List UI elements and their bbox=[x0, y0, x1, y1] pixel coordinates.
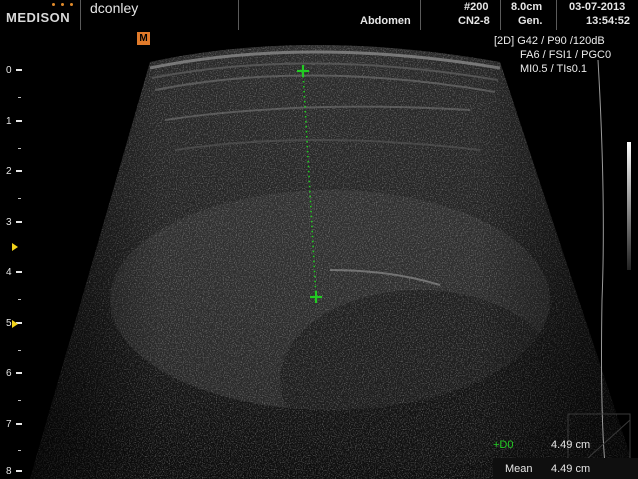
depth-minor-tick bbox=[18, 97, 21, 98]
ultrasound-screen: MEDISON dconley Abdomen #200 CN2-8 8.0cm… bbox=[0, 0, 638, 479]
header-divider bbox=[500, 0, 501, 30]
frequency-value: Gen. bbox=[518, 15, 543, 27]
d0-label: +D0 bbox=[493, 439, 514, 451]
mean-value: 4.49 cm bbox=[551, 463, 591, 475]
mean-label: Mean bbox=[505, 463, 533, 475]
medison-logo: MEDISON bbox=[6, 1, 80, 29]
focus-marker-icon[interactable] bbox=[12, 320, 18, 328]
depth-minor-tick bbox=[18, 400, 21, 401]
depth-minor-tick bbox=[18, 299, 21, 300]
grayscale-bar bbox=[627, 142, 631, 270]
d0-value: 4.49 cm bbox=[551, 439, 591, 451]
probe-label: CN2-8 bbox=[458, 15, 490, 27]
depth-tick: 4 bbox=[6, 267, 22, 278]
exam-time: 13:54:52 bbox=[586, 15, 631, 27]
depth-value: 8.0cm bbox=[511, 1, 543, 13]
depth-minor-tick bbox=[18, 450, 21, 451]
header-divider bbox=[556, 0, 557, 30]
depth-minor-tick bbox=[18, 148, 21, 149]
depth-minor-tick bbox=[18, 198, 21, 199]
frame-number: #200 bbox=[464, 1, 489, 13]
exam-date: 03-07-2013 bbox=[569, 1, 626, 13]
header-divider bbox=[80, 0, 81, 30]
imaging-parameters: [2D] G42 / P90 /120dB FA6 / FSI1 / PGC0 … bbox=[494, 34, 611, 76]
header-divider bbox=[238, 0, 239, 30]
depth-tick: 8 bbox=[6, 466, 22, 477]
brand-name: MEDISON bbox=[6, 10, 71, 25]
patient-name: dconley bbox=[90, 0, 139, 16]
focus-marker-icon[interactable] bbox=[12, 243, 18, 251]
param-line: [2D] G42 / P90 /120dB bbox=[494, 35, 605, 47]
depth-tick: 6 bbox=[6, 368, 22, 379]
logo-dots bbox=[52, 3, 76, 7]
depth-tick: 1 bbox=[6, 116, 22, 127]
depth-tick: 2 bbox=[6, 166, 22, 177]
orientation-marker: M bbox=[137, 32, 150, 45]
preset-label: Abdomen bbox=[360, 15, 411, 27]
depth-tick: 0 bbox=[6, 65, 22, 76]
param-line: FA6 / FSI1 / PGC0 bbox=[520, 49, 612, 61]
header-bar: MEDISON dconley Abdomen #200 CN2-8 8.0cm… bbox=[0, 0, 638, 30]
param-line: MI0.5 / TIs0.1 bbox=[520, 63, 588, 75]
header-divider bbox=[420, 0, 421, 30]
depth-tick: 7 bbox=[6, 419, 22, 430]
depth-minor-tick bbox=[18, 350, 21, 351]
depth-tick: 3 bbox=[6, 217, 22, 228]
